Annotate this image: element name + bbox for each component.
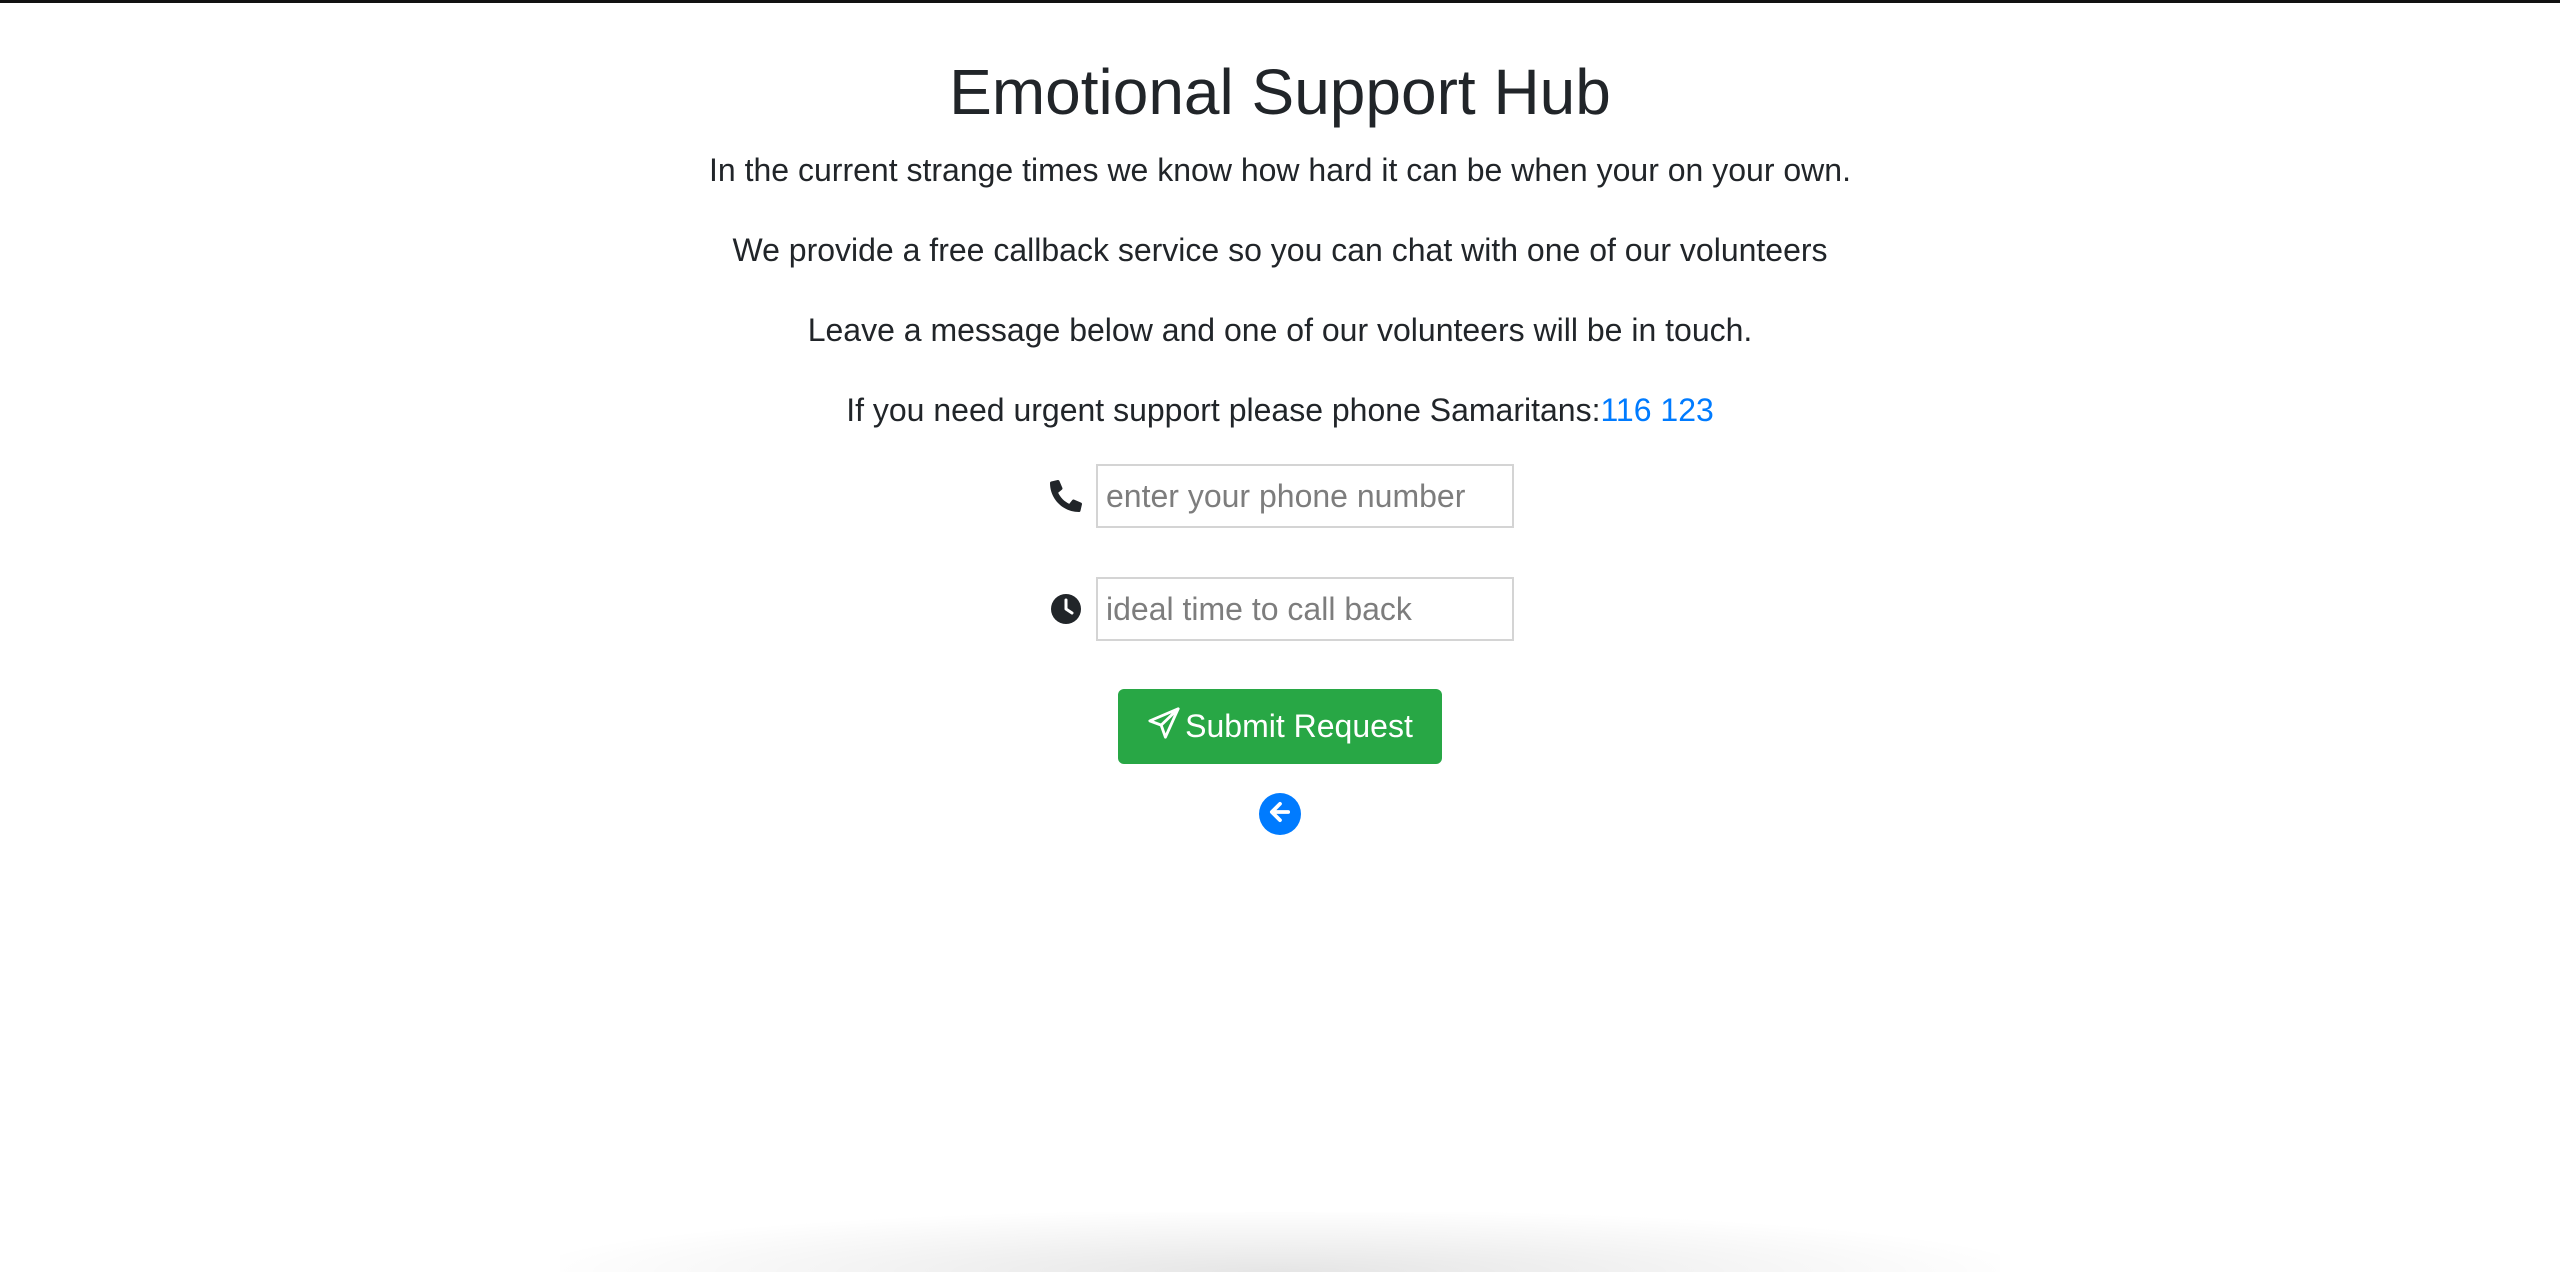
urgent-support-text: If you need urgent support please phone … [846,392,1601,428]
page: Emotional Support Hub In the current str… [0,0,2560,1272]
intro-line-3: Leave a message below and one of our vol… [807,312,1753,348]
submit-request-button[interactable]: Submit Request [1118,689,1442,764]
urgent-support-line: If you need urgent support please phone … [0,390,2560,430]
paper-plane-icon [1147,706,1181,748]
phone-row [1044,464,1516,528]
intro-line-1: In the current strange times we know how… [709,152,1851,188]
intro-line-2: We provide a free callback service so yo… [732,232,1828,268]
samaritans-phone-link[interactable]: 116 123 [1600,392,1713,428]
bottom-shadow [560,1212,2000,1272]
callback-time-row [1044,577,1516,641]
arrow-left-icon [1266,798,1294,831]
clock-icon [1044,591,1088,627]
page-title: Emotional Support Hub [949,56,1611,128]
submit-request-label: Submit Request [1185,708,1413,744]
callback-time-input[interactable] [1096,577,1514,641]
phone-number-input[interactable] [1096,464,1514,528]
phone-icon [1044,478,1088,514]
back-button[interactable] [1259,793,1301,835]
